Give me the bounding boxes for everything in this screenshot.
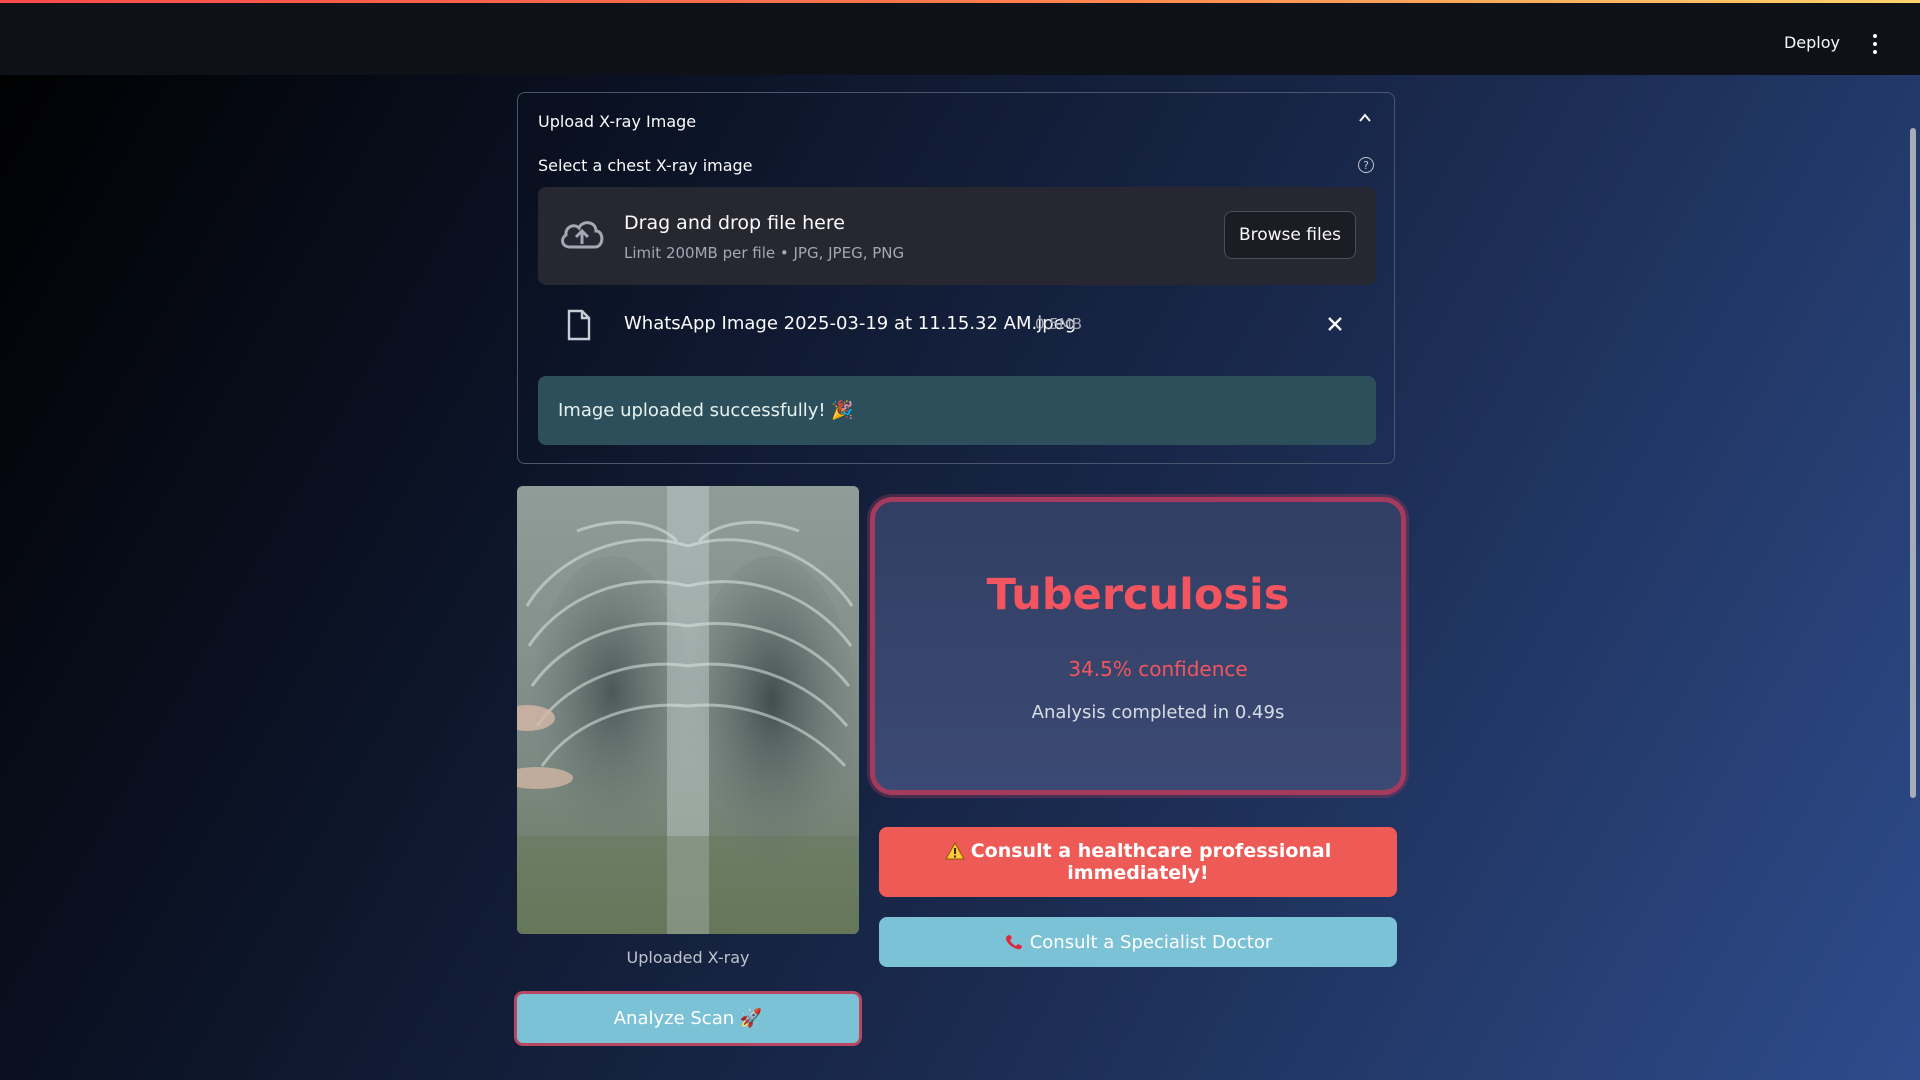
expander-title[interactable]: Upload X-ray Image — [538, 112, 696, 131]
xray-image — [517, 486, 859, 934]
success-message: Image uploaded successfully! 🎉 — [558, 400, 854, 421]
consult-professional-button[interactable]: Consult a healthcare professional immedi… — [879, 827, 1397, 897]
file-icon — [567, 309, 591, 341]
kebab-menu-icon[interactable] — [1872, 34, 1878, 54]
warning-icon — [944, 842, 965, 860]
dropzone-instructions: Drag and drop file here — [624, 212, 845, 234]
uploaded-file-size: 0.5MB — [1035, 315, 1083, 333]
browse-files-button[interactable]: Browse files — [1224, 211, 1356, 259]
consult-specialist-label: Consult a Specialist Doctor — [1029, 931, 1273, 953]
result-card: Tuberculosis 34.5% confidence Analysis c… — [870, 497, 1406, 795]
phone-icon — [1005, 934, 1022, 949]
upload-expander: Upload X-ray Image Select a chest X-ray … — [517, 92, 1395, 464]
success-alert: Image uploaded successfully! 🎉 — [538, 376, 1376, 445]
uploaded-file-name: WhatsApp Image 2025-03-19 at 11.15.32 AM… — [624, 313, 1077, 334]
deploy-button[interactable]: Deploy — [1784, 33, 1840, 52]
image-caption: Uploaded X-ray — [626, 948, 750, 967]
analysis-time-text: Analysis completed in 0.49s — [1031, 702, 1285, 723]
page-scrollbar[interactable] — [1910, 128, 1916, 798]
question-circle-icon[interactable]: ? — [1358, 157, 1374, 173]
file-uploader-label: Select a chest X-ray image — [538, 156, 753, 175]
cloud-upload-icon — [561, 221, 604, 249]
dropzone-limit-text: Limit 200MB per file • JPG, JPEG, PNG — [624, 244, 905, 262]
app-header: Deploy — [0, 3, 1920, 75]
diagnosis-title: Tuberculosis — [986, 570, 1290, 620]
consult-specialist-button[interactable]: Consult a Specialist Doctor — [879, 917, 1397, 967]
file-dropzone[interactable]: Drag and drop file here Limit 200MB per … — [538, 187, 1376, 285]
confidence-text: 34.5% confidence — [1068, 657, 1248, 681]
chevron-up-icon[interactable] — [1358, 111, 1372, 125]
analyze-scan-button[interactable]: Analyze Scan 🚀 — [514, 991, 862, 1046]
close-icon[interactable] — [1326, 315, 1344, 333]
consult-professional-label: Consult a healthcare professional immedi… — [970, 840, 1332, 884]
